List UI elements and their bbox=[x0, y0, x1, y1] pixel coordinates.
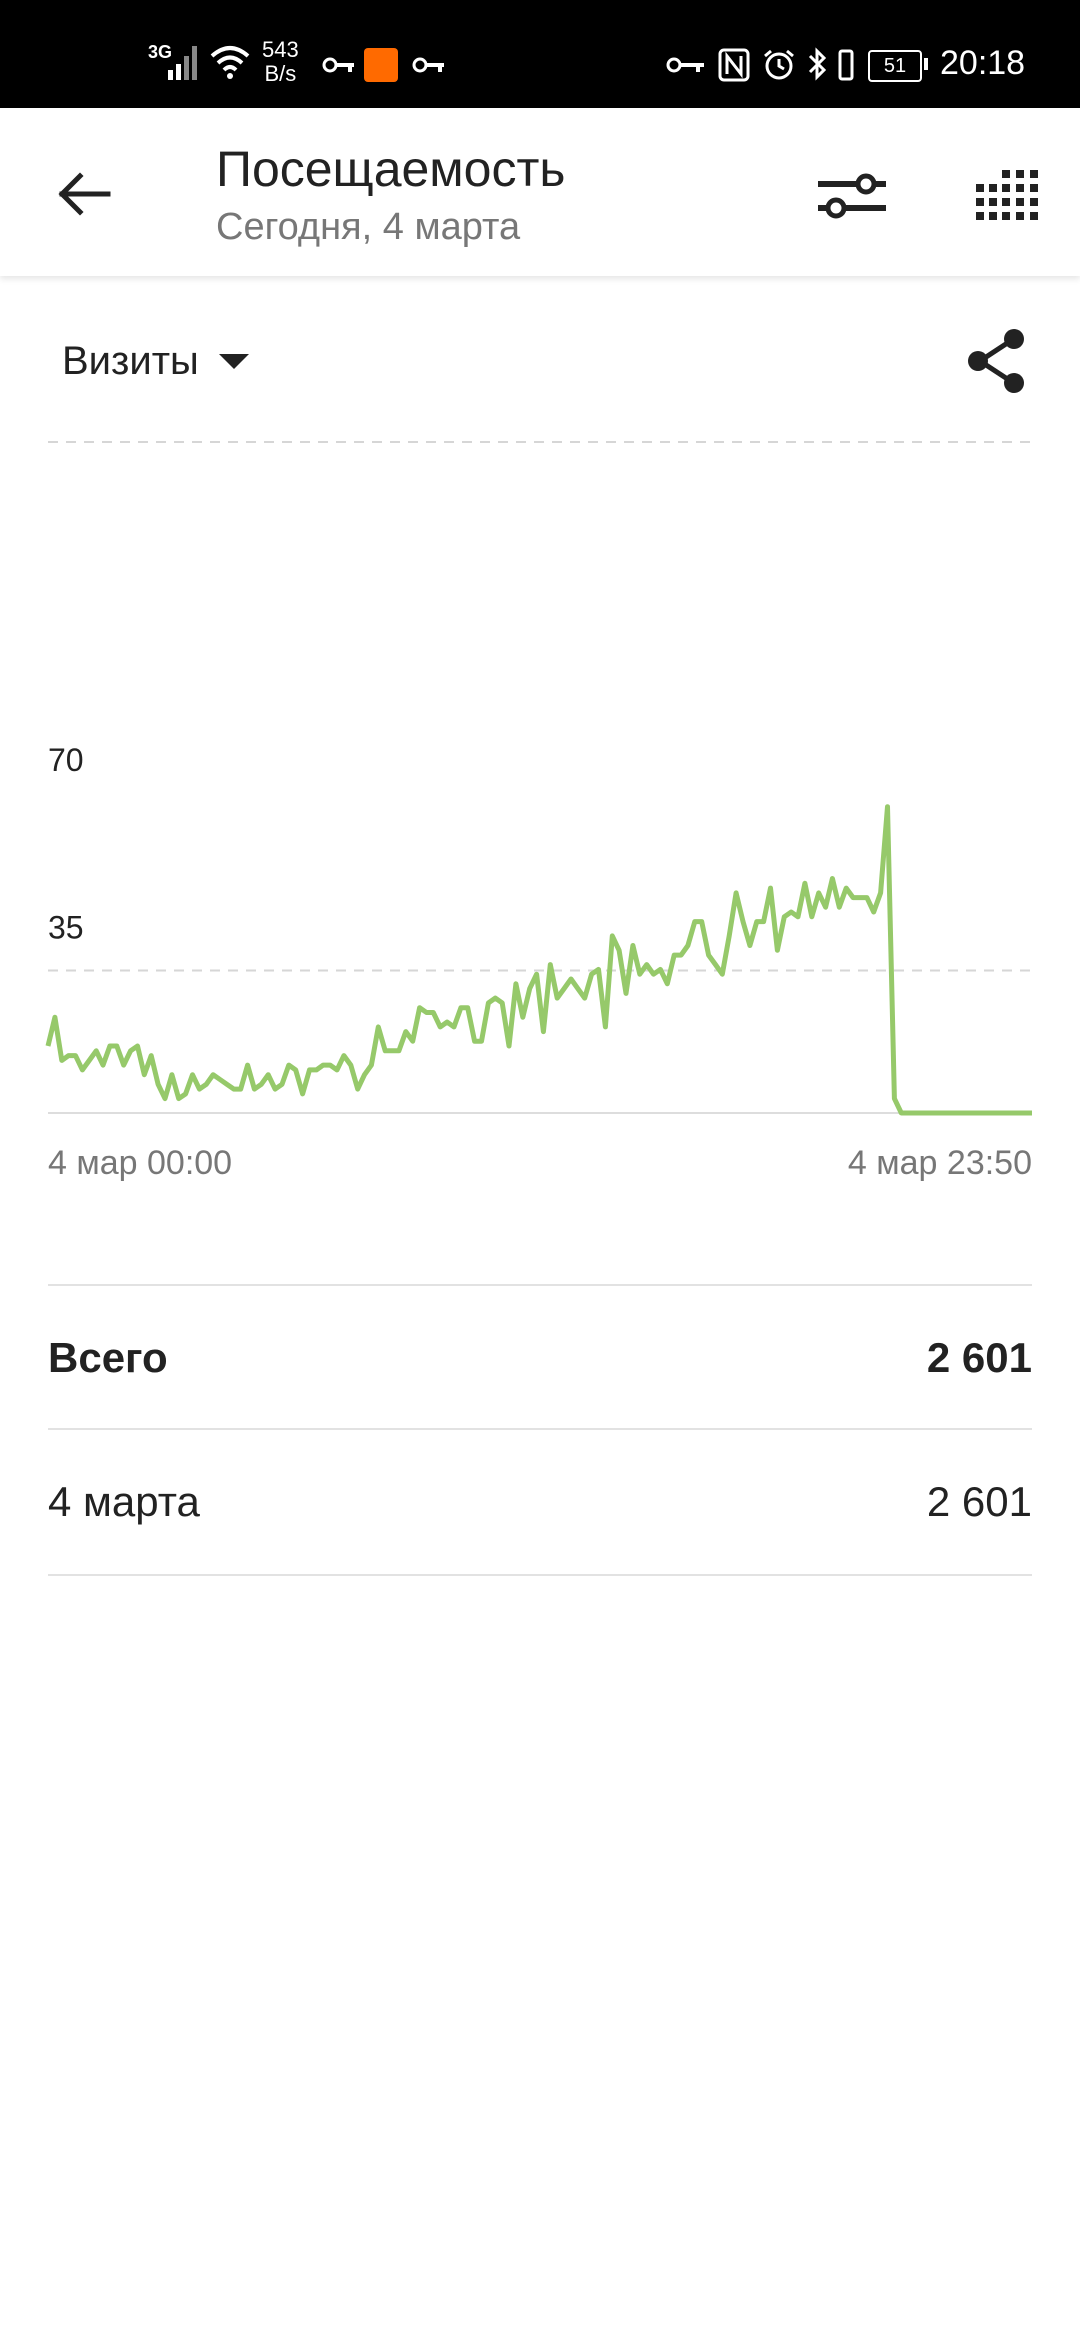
back-arrow-icon[interactable] bbox=[50, 164, 120, 224]
bluetooth-icon bbox=[808, 47, 827, 81]
x-tick-label-end: 4 мар 23:50 bbox=[847, 1144, 1032, 1182]
grid-dots-icon[interactable] bbox=[974, 164, 1044, 224]
vibrate-icon bbox=[838, 49, 854, 81]
nfc-icon bbox=[718, 48, 750, 82]
total-value: 2 601 bbox=[926, 1334, 1032, 1381]
key-icon bbox=[412, 57, 444, 73]
y-tick-label: 70 bbox=[48, 742, 84, 778]
clock: 20:18 bbox=[940, 44, 1026, 82]
battery-tip bbox=[924, 58, 928, 70]
key-icon bbox=[322, 57, 354, 73]
day-label: 4 марта bbox=[48, 1478, 200, 1525]
total-row: Всего 2 601 bbox=[48, 1284, 1032, 1430]
page-subtitle: Сегодня, 4 марта bbox=[216, 206, 521, 248]
total-label: Всего bbox=[48, 1334, 168, 1381]
app-bar: Посещаемость Сегодня, 4 марта bbox=[0, 108, 1080, 276]
speed-value: 543 bbox=[262, 37, 299, 62]
metric-selector[interactable]: Визиты bbox=[62, 336, 249, 386]
series-line-visits bbox=[45, 804, 1032, 1116]
network-speed: 543 B/s bbox=[262, 38, 299, 86]
mi-app-icon bbox=[364, 48, 398, 82]
visits-line-chart: 70 35 bbox=[45, 441, 1032, 1116]
speed-unit: B/s bbox=[264, 61, 297, 86]
signal-icon bbox=[168, 46, 197, 80]
status-bar: 3G 543 B/s 51 20:18 bbox=[0, 0, 1080, 108]
vpn-key-icon bbox=[666, 57, 704, 73]
alarm-icon bbox=[764, 49, 794, 80]
filter-sliders-icon[interactable] bbox=[812, 164, 892, 224]
page-title: Посещаемость bbox=[216, 141, 566, 197]
share-icon[interactable] bbox=[964, 326, 1030, 396]
battery-icon: 51 bbox=[868, 50, 922, 82]
metric-label: Визиты bbox=[62, 338, 199, 383]
day-value: 2 601 bbox=[926, 1478, 1032, 1525]
day-row: 4 марта 2 601 bbox=[48, 1428, 1032, 1576]
y-tick-label: 35 bbox=[48, 910, 84, 946]
wifi-icon bbox=[210, 46, 250, 79]
x-tick-label-start: 4 мар 00:00 bbox=[48, 1144, 233, 1182]
caret-down-icon bbox=[218, 353, 249, 369]
